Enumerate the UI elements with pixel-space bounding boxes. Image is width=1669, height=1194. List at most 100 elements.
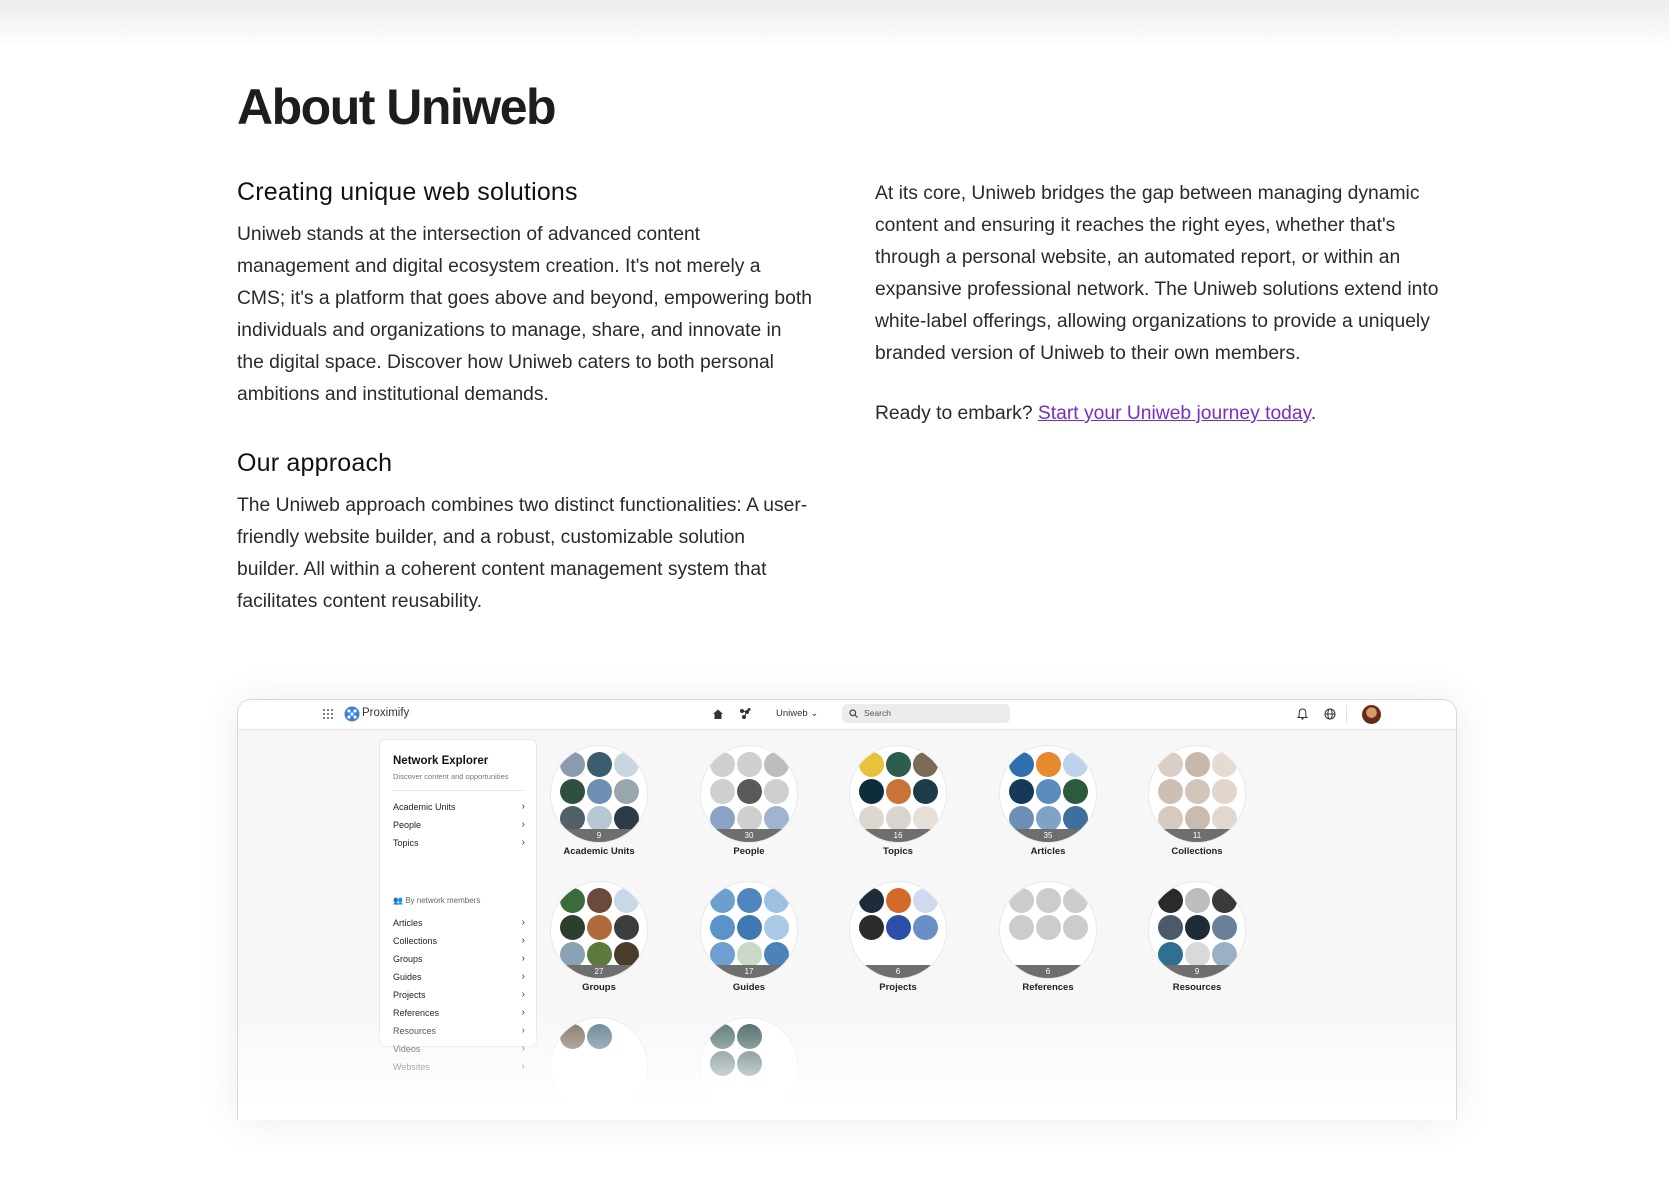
sidebar-item-label: Academic Units [393,802,456,812]
apps-grid-icon[interactable] [322,708,334,720]
section-body-creating: Uniweb stands at the intersection of adv… [237,224,812,405]
thumbnail-dot [1158,915,1183,940]
sidebar-item-academic-units[interactable]: Academic Units › [393,801,525,812]
thumbnail-dot [1212,942,1237,967]
thumbnail-dot [1036,779,1061,804]
sidebar-item-websites[interactable]: Websites › [393,1061,525,1072]
sidebar-item-resources[interactable]: Resources › [393,1025,525,1036]
sidebar-item-groups[interactable]: Groups › [393,953,525,964]
thumbnail-dot [587,752,612,777]
tile-label: Academic Units [563,846,635,857]
tile-people[interactable]: 30 People [699,745,799,857]
thumbnail-dot [913,806,938,831]
sidebar-item-guides[interactable]: Guides › [393,971,525,982]
thumbnail-dot [764,1051,789,1076]
tile-thumbnail: 6 [999,881,1097,979]
globe-icon[interactable] [1324,708,1336,720]
sidebar-item-projects[interactable]: Projects › [393,989,525,1000]
sidebar-item-videos[interactable]: Videos › [393,1043,525,1054]
thumbnail-dot [1063,888,1088,913]
chevron-right-icon: › [521,1043,525,1054]
tile-count: 11 [1149,829,1245,842]
sidebar-item-label: Websites [393,1062,430,1072]
section-body-approach: The Uniweb approach combines two distinc… [237,495,808,612]
thumbnail-dot [764,1024,789,1049]
thumbnail-dot [614,1051,639,1076]
thumbnail-dot [710,1024,735,1049]
thumbnail-dot [614,1024,639,1049]
cta-paragraph: Ready to embark? Start your Uniweb journ… [875,398,1465,430]
thumbnail-dot [614,806,639,831]
left-column: Creating unique web solutions Uniweb sta… [237,178,812,618]
cta-prefix: Ready to embark? [875,403,1038,424]
thumbnail-dot [764,942,789,967]
thumbnail-dot [1009,942,1034,967]
tile-count: 6 [850,965,946,978]
tile-label: Resources [1172,982,1222,993]
sidebar-item-topics[interactable]: Topics › [393,837,525,848]
tile-count: 17 [701,965,797,978]
chevron-right-icon: › [521,801,525,812]
start-journey-link[interactable]: Start your Uniweb journey today [1038,403,1311,424]
thumbnail-dot [1009,806,1034,831]
thumbnail-dot [1158,806,1183,831]
cta-suffix: . [1310,403,1317,424]
thumbnail-dot [710,915,735,940]
tile-projects[interactable]: 6 Projects [848,881,948,993]
thumbnail-dot [1185,915,1210,940]
thumbnail-dot [1009,915,1034,940]
tile-label: People [733,846,765,857]
thumbnail-dot [1009,888,1034,913]
sidebar-item-references[interactable]: References › [393,1007,525,1018]
tile-references[interactable]: 6 References [998,881,1098,993]
sidebar-item-label: Videos [393,1044,421,1054]
thumbnail-dot [764,779,789,804]
network-icon[interactable] [739,708,751,720]
section-heading-creating: Creating unique web solutions [237,178,578,206]
tile-academic-units[interactable]: 9 Academic Units [549,745,649,857]
thumbnail-dot [560,1024,585,1049]
tile-count: 9 [551,829,647,842]
sidebar-item-people[interactable]: People › [393,819,525,830]
thumbnail-dot [1158,888,1183,913]
tile-groups[interactable]: 27 Groups [549,881,649,993]
tile-resources[interactable]: 9 Resources [1147,881,1247,993]
avatar[interactable] [1362,705,1381,724]
thumbnail-dot [737,1051,762,1076]
site-selector[interactable]: Uniweb ⌄ [776,708,818,719]
thumbnail-dot [886,915,911,940]
app-brand[interactable]: Proximify [362,707,409,719]
tile-count: 16 [850,829,946,842]
thumbnail-dot [764,888,789,913]
search-icon [849,709,858,718]
thumbnail-dot [859,806,884,831]
sidebar-item-label: Guides [393,972,422,982]
home-icon[interactable] [712,708,724,720]
bell-icon[interactable] [1297,708,1308,720]
thumbnail-dot [1036,806,1061,831]
tile-collections[interactable]: 11 Collections [1147,745,1247,857]
chevron-right-icon: › [521,935,525,946]
tile-count: 9 [1149,965,1245,978]
tile-topics[interactable]: 16 Topics [848,745,948,857]
chevron-right-icon: › [521,989,525,1000]
thumbnail-dot [886,888,911,913]
chevron-right-icon: › [521,837,525,848]
tile-unlabeled-10[interactable] [549,1017,649,1115]
thumbnail-dot [587,1024,612,1049]
thumbnail-dot [1036,888,1061,913]
search-input[interactable]: Search [842,704,1010,723]
thumbnail-dot [1212,752,1237,777]
sidebar-item-articles[interactable]: Articles › [393,917,525,928]
section-heading-approach: Our approach [237,449,393,477]
tile-articles[interactable]: 35 Articles [998,745,1098,857]
thumbnail-dot [886,752,911,777]
chevron-right-icon: › [521,917,525,928]
sidebar-item-collections[interactable]: Collections › [393,935,525,946]
thumbnail-dot [737,779,762,804]
thumbnail-dot [913,942,938,967]
thumbnail-dot [710,1051,735,1076]
tile-guides[interactable]: 17 Guides [699,881,799,993]
tile-unlabeled-11[interactable] [699,1017,799,1115]
thumbnail-dot [1212,888,1237,913]
